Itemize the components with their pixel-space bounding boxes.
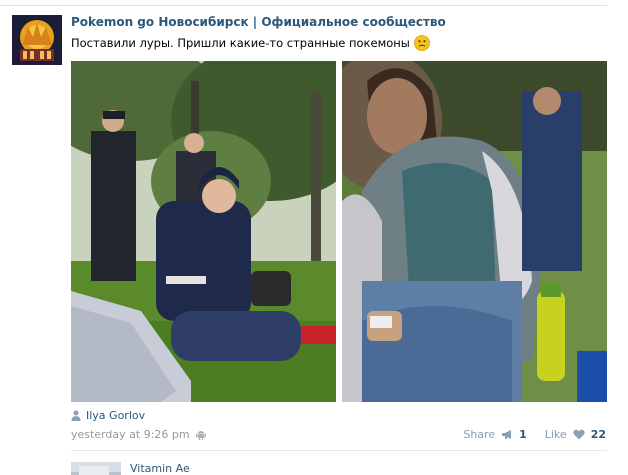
megaphone-icon[interactable] [501,429,513,440]
android-icon [195,431,206,440]
reply-author-link[interactable]: Vitamin Ae [130,462,190,475]
post-timestamp-link[interactable]: yesterday at 9:26 pm [71,428,190,441]
reply-divider [71,450,607,451]
community-avatar[interactable] [12,15,62,65]
wall-post: Pokemon go Новосибирск | Официальное соо… [0,0,628,475]
post-signer[interactable]: Ilya Gorlov [71,409,145,422]
post-separator [0,5,607,6]
share-count: 1 [519,428,527,441]
post-photo-2[interactable] [342,61,607,402]
like-count: 22 [590,428,606,441]
heart-icon[interactable] [573,429,585,440]
share-button[interactable]: Share [463,428,495,441]
post-photo-1[interactable] [71,61,336,402]
post-author-link[interactable]: Pokemon go Новосибирск | Официальное соо… [71,15,446,29]
signer-name: Ilya Gorlov [86,409,146,422]
like-button[interactable]: Like [545,428,567,441]
person-icon [71,410,81,421]
post-actions: Share 1 Like 22 [463,428,606,441]
post-text-body: Поставили луры. Пришли какие-то странные… [71,36,410,50]
reply-avatar[interactable] [71,462,121,475]
confused-face-emoji-icon [413,35,430,51]
post-meta: yesterday at 9:26 pm [71,428,206,441]
post-text: Поставили луры. Пришли какие-то странные… [71,35,430,51]
